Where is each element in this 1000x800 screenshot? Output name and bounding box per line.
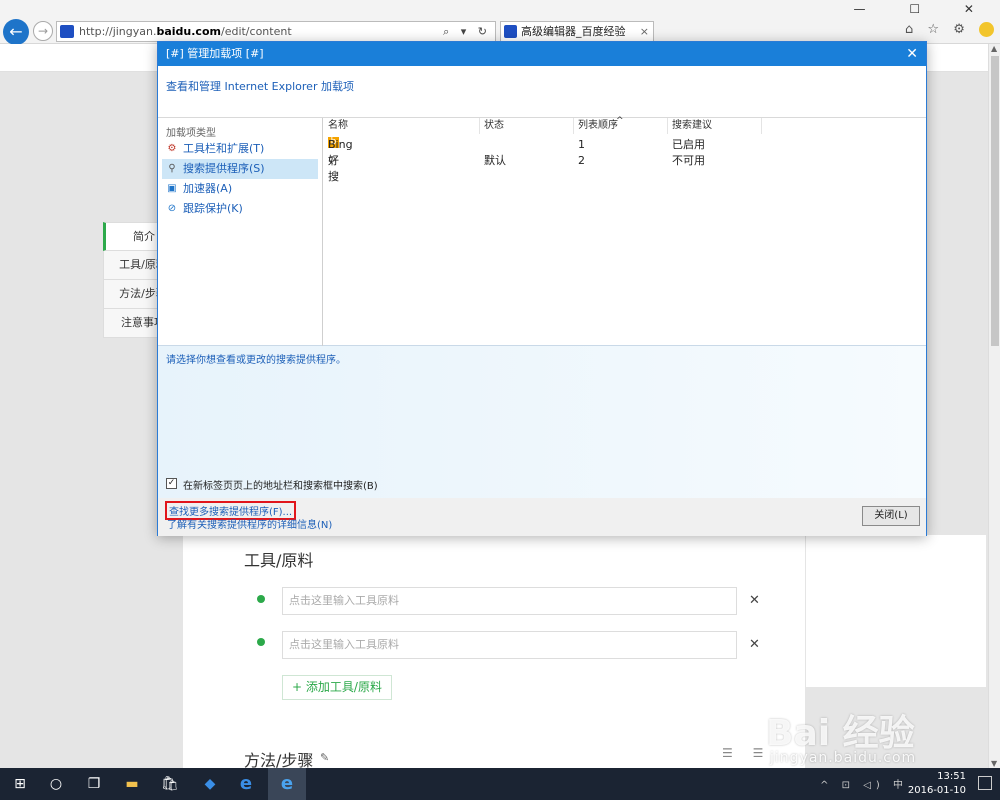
browser-tools[interactable]: ⌂ ☆ ⚙ [905, 22, 994, 37]
back-button[interactable]: ← [3, 19, 29, 45]
type-label: 工具栏和扩展(T) [183, 142, 265, 155]
dialog-close-icon[interactable]: ✕ [906, 42, 918, 66]
task-view-icon[interactable]: ❐ [84, 774, 104, 794]
type-accelerators[interactable]: ▣ 加速器(A) [162, 179, 318, 199]
column-suggestions[interactable]: 搜索建议 [668, 118, 762, 134]
tab-favicon-icon [504, 25, 517, 38]
section-tools-title: 工具/原料 [244, 551, 314, 570]
browser-tab[interactable]: 高级编辑器_百度经验 × [500, 21, 654, 42]
row-name: Bing [328, 138, 353, 151]
delete-tool-1-icon[interactable]: ✕ [749, 593, 760, 608]
scroll-thumb[interactable] [991, 56, 999, 346]
browser-toolbar: ← → http://jingyan.baidu.com/edit/conten… [0, 0, 1000, 45]
delete-tool-2-icon[interactable]: ✕ [749, 637, 760, 652]
start-icon[interactable]: ⊞ [10, 774, 30, 794]
accelerator-icon: ▣ [167, 183, 177, 194]
url-path: /edit/content [220, 25, 292, 38]
column-name[interactable]: 名称 [324, 118, 480, 134]
notification-icon[interactable] [978, 776, 992, 790]
bullet-icon [257, 638, 265, 646]
column-order[interactable]: 列表顺序 ^ [574, 116, 668, 134]
search-icon: ⚲ [168, 163, 176, 174]
window-controls[interactable]: — ☐ ✕ [854, 2, 994, 16]
dialog-header-text: 查看和管理 Internet Explorer 加载项 [166, 80, 354, 93]
home-star-gear-icon[interactable]: ⌂ ☆ ⚙ [905, 22, 970, 37]
row-name: 好搜 [328, 154, 339, 183]
clock-time: 13:51 [937, 771, 966, 782]
type-search-providers[interactable]: ⚲ 搜索提供程序(S) [162, 159, 318, 179]
scroll-down-icon[interactable]: ▼ [991, 759, 997, 768]
system-tray[interactable]: ^ ⊡ ◁) 中 [820, 776, 908, 791]
clock[interactable]: 13:51 2016-01-10 [908, 770, 966, 798]
url-prefix: http://jingyan. [79, 25, 157, 38]
forward-button[interactable]: → [33, 21, 53, 41]
app-icon[interactable]: ◆ [200, 774, 220, 794]
type-label: 搜索提供程序(S) [183, 162, 265, 175]
taskbar: ⊞ ○ ❐ ▬ 🛍 ◆ e e ^ ⊡ ◁) 中 13:51 2016-01-1… [0, 768, 1000, 800]
type-toolbars-extensions[interactable]: ⚙ 工具栏和扩展(T) [162, 139, 318, 159]
dialog-body: 加载项类型 ⚙ 工具栏和扩展(T) ⚲ 搜索提供程序(S) ▣ 加速器(A) ⊘… [158, 116, 926, 346]
baidu-jingyan-watermark: Bai 经验 jingyan.baidu.com [760, 690, 990, 766]
column-order-label: 列表顺序 [578, 120, 618, 131]
learn-more-link[interactable]: 了解有关搜索提供程序的详细信息(N) [167, 516, 332, 531]
feedback-smiley-icon[interactable] [979, 22, 994, 37]
tracking-protection-icon: ⊘ [167, 203, 177, 214]
dialog-titlebar: [#] 管理加载项 [#] ✕ [158, 42, 926, 66]
watermark-url: jingyan.baidu.com [770, 750, 917, 766]
tool-input-1[interactable]: 点击这里输入工具原料 [282, 587, 737, 615]
detail-text: 请选择你想查看或更改的搜索提供程序。 [166, 355, 346, 366]
type-tracking-protection[interactable]: ⊘ 跟踪保护(K) [162, 199, 318, 219]
baidu-favicon-icon [60, 25, 74, 38]
gear-icon: ⚙ [167, 143, 177, 154]
tab-close-icon[interactable]: × [640, 22, 649, 41]
addon-types-panel: 加载项类型 ⚙ 工具栏和扩展(T) ⚲ 搜索提供程序(S) ▣ 加速器(A) ⊘… [158, 118, 323, 346]
detail-panel: 请选择你想查看或更改的搜索提供程序。 ✓ 在新标签页页上的地址栏和搜索框中搜索(… [158, 346, 926, 498]
url-domain: baidu.com [156, 25, 221, 38]
table-row[interactable]: ⚲ 好搜 默认 2 不可用 [324, 153, 926, 183]
store-icon[interactable]: 🛍 [160, 774, 180, 794]
tab-title: 高级编辑器_百度经验 [521, 25, 626, 38]
cortana-icon[interactable]: ○ [46, 774, 66, 794]
manage-addons-dialog: [#] 管理加载项 [#] ✕ 查看和管理 Internet Explorer … [157, 41, 927, 536]
side-card [806, 535, 986, 687]
edge-icon[interactable]: e [236, 774, 256, 794]
type-label: 加速器(A) [183, 182, 233, 195]
watermark-logo: Bai 经验 [766, 713, 915, 754]
clock-date: 2016-01-10 [907, 785, 966, 796]
row-suggest: 已启用 [672, 138, 705, 151]
bullet-icon [257, 595, 265, 603]
column-status[interactable]: 状态 [480, 118, 574, 134]
file-explorer-icon[interactable]: ▬ [122, 774, 142, 794]
row-order: 2 [578, 154, 585, 167]
close-button[interactable]: 关闭(L) [862, 506, 920, 526]
add-tool-button[interactable]: + 添加工具/原料 [282, 675, 392, 700]
row-status: 默认 [484, 154, 506, 167]
search-in-new-tab-checkbox[interactable]: ✓ [166, 478, 177, 489]
ie-icon[interactable]: e [277, 774, 297, 794]
sort-indicator-icon: ^ [616, 116, 624, 126]
edit-pencil-icon[interactable]: ✎ [320, 751, 329, 764]
scroll-up-icon[interactable]: ▲ [991, 44, 997, 53]
addon-list: 名称 状态 列表顺序 ^ 搜索建议 b Bing 1 已启用 ⚲ 好搜 默认 2 不… [324, 116, 926, 346]
dialog-header: 查看和管理 Internet Explorer 加载项 [158, 66, 926, 118]
table-row[interactable]: b Bing 1 已启用 [324, 137, 926, 153]
tool-input-2[interactable]: 点击这里输入工具原料 [282, 631, 737, 659]
types-title: 加载项类型 [166, 128, 216, 139]
page-scrollbar[interactable]: ▲ ▼ [988, 44, 1000, 768]
row-suggest: 不可用 [672, 154, 705, 167]
address-bar[interactable]: http://jingyan.baidu.com/edit/content ⌕ … [56, 21, 496, 42]
address-actions-icon[interactable]: ⌕ ▾ ↻ [443, 22, 491, 41]
dialog-footer: 查找更多搜索提供程序(F)... 了解有关搜索提供程序的详细信息(N) 关闭(L… [158, 498, 926, 536]
dialog-title: [#] 管理加载项 [#] [166, 47, 264, 60]
row-order: 1 [578, 138, 585, 151]
checkbox-label: 在新标签页页上的地址栏和搜索框中搜索(B) [183, 481, 378, 492]
type-label: 跟踪保护(K) [183, 202, 243, 215]
